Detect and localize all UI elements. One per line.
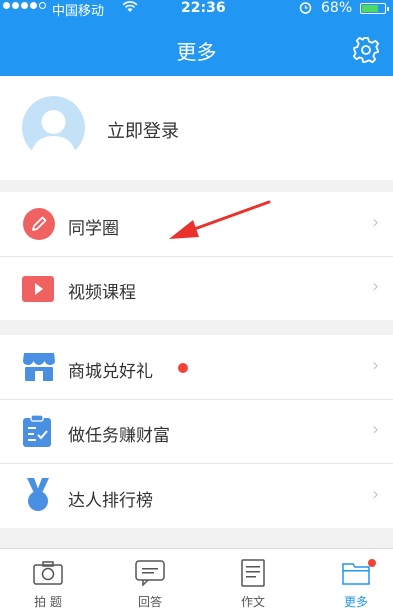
status-bar: 中国移动 22:36 68% — [0, 0, 393, 19]
signal-strength-icon — [3, 2, 46, 9]
chat-icon — [135, 560, 165, 590]
pencil-icon — [22, 207, 56, 245]
page-title: 更多 — [176, 40, 217, 64]
menu-item-label: 达人排行榜 — [68, 491, 153, 511]
medal-icon — [24, 477, 52, 517]
play-video-icon — [22, 276, 54, 306]
menu-item-shop[interactable]: 商城兑好礼 › — [0, 335, 393, 399]
login-label: 立即登录 — [107, 121, 179, 142]
tab-answer[interactable]: 回答 — [120, 549, 180, 612]
clock: 22:36 — [181, 0, 226, 16]
wifi-icon — [122, 1, 138, 17]
document-icon — [241, 559, 265, 591]
chevron-right-icon: › — [372, 276, 380, 297]
menu-item-leaderboard[interactable]: 达人排行榜 › — [0, 464, 393, 528]
battery-icon — [360, 3, 389, 14]
top-bar: 中国移动 22:36 68% 更多 — [0, 0, 393, 76]
notification-badge — [178, 363, 188, 373]
tab-label: 作文 — [240, 595, 265, 609]
annotation-arrow-icon — [169, 200, 271, 239]
chevron-right-icon: › — [372, 419, 380, 440]
carrier-name: 中国移动 — [52, 4, 105, 19]
chevron-right-icon: › — [372, 355, 380, 376]
folder-icon — [342, 561, 370, 589]
menu-item-tasks[interactable]: 做任务赚财富 › — [0, 400, 393, 463]
notification-badge — [368, 559, 376, 567]
menu-item-label: 同学圈 — [68, 219, 119, 239]
profile-login-row[interactable]: 立即登录 — [0, 76, 393, 180]
camera-icon — [33, 561, 63, 589]
clipboard-check-icon — [22, 414, 52, 452]
tab-more[interactable]: 更多 — [326, 549, 386, 612]
tab-label: 回答 — [137, 595, 162, 609]
avatar-placeholder-icon — [22, 96, 85, 159]
tab-camera[interactable]: 拍 题 — [18, 549, 78, 612]
chevron-right-icon: › — [372, 212, 380, 233]
settings-gear-icon[interactable] — [351, 35, 381, 65]
tab-label: 拍 题 — [34, 595, 62, 609]
chevron-right-icon: › — [372, 484, 380, 505]
alarm-clock-icon — [299, 1, 312, 18]
tab-label: 更多 — [343, 595, 368, 609]
menu-item-label: 做任务赚财富 — [68, 426, 170, 446]
menu-item-label: 商城兑好礼 — [68, 362, 153, 382]
tab-composition[interactable]: 作文 — [223, 549, 283, 612]
bottom-tab-bar: 拍 题 回答 作文 更多 — [0, 548, 393, 612]
menu-item-label: 视频课程 — [68, 283, 136, 303]
battery-percent: 68% — [321, 0, 353, 16]
menu-item-video-courses[interactable]: 视频课程 › — [0, 257, 393, 320]
shop-icon — [22, 349, 56, 387]
